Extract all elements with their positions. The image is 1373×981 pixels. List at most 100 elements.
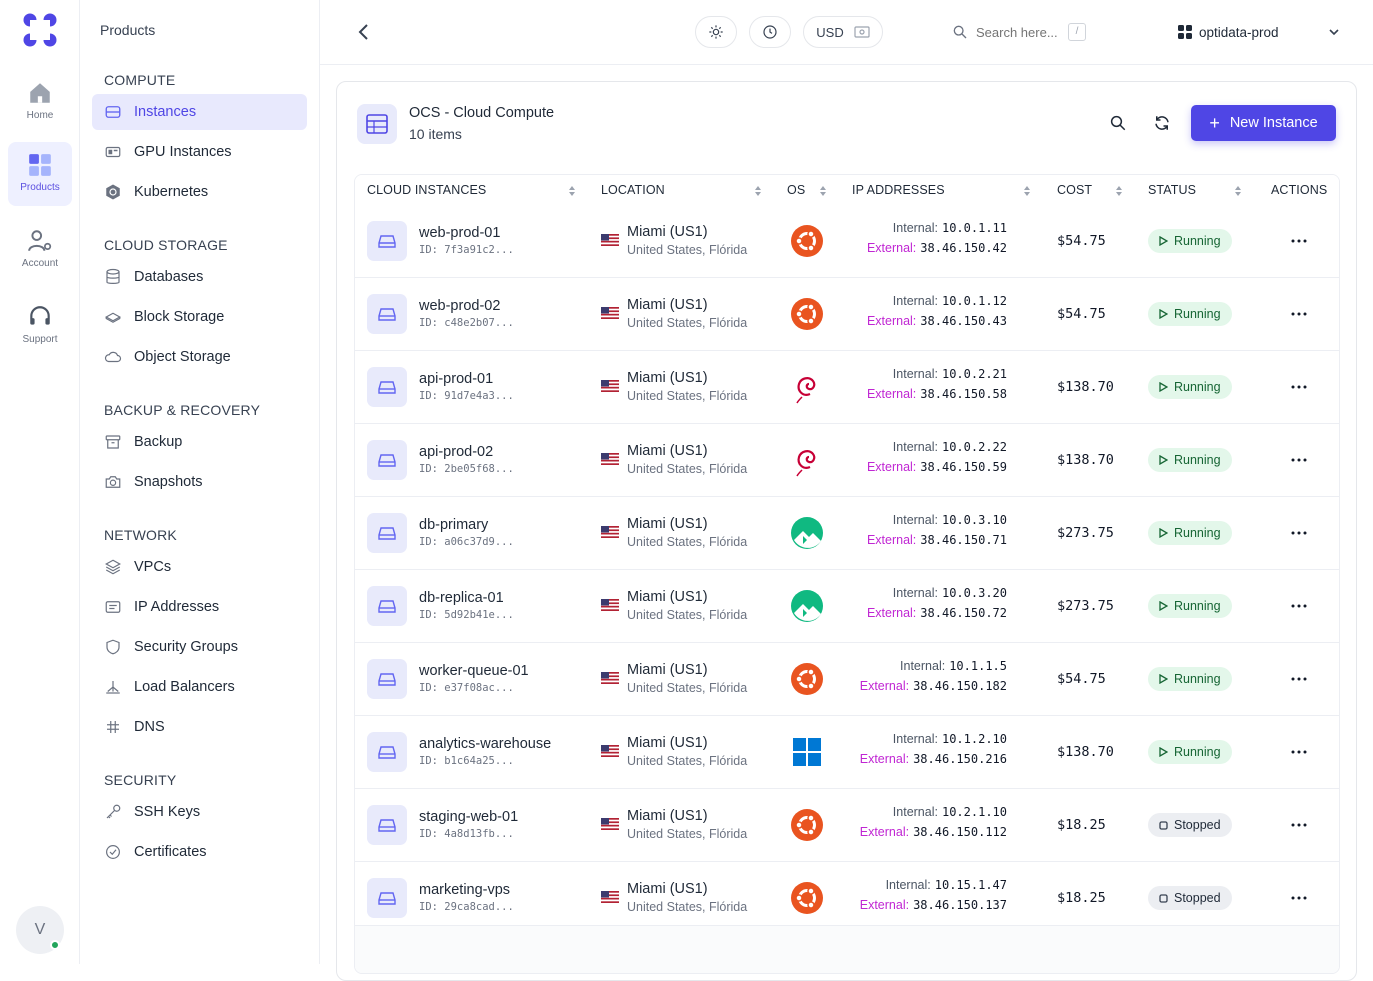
sidebar-item-instances[interactable]: Instances: [92, 94, 307, 130]
refresh-icon[interactable]: [1153, 114, 1171, 132]
rail-item-account[interactable]: Account: [8, 218, 72, 282]
instance-name[interactable]: db-primary: [419, 517, 488, 533]
global-search[interactable]: /: [952, 20, 1086, 44]
rocky-os-icon: [791, 517, 823, 549]
more-actions-icon[interactable]: [1289, 377, 1309, 397]
sidebar-item-security-groups[interactable]: Security Groups: [92, 629, 307, 665]
sidebar-item-label: Object Storage: [134, 349, 231, 365]
rocky-os-icon: [791, 590, 823, 622]
pagination-bar: [355, 925, 1339, 973]
more-actions-icon[interactable]: [1289, 523, 1309, 543]
table-row[interactable]: db-primary ID: a06c37d9... Miami (US1) Unit…: [355, 497, 1339, 570]
money-icon: [854, 26, 870, 38]
more-actions-icon[interactable]: [1289, 742, 1309, 762]
sidebar-item-object-storage[interactable]: Object Storage: [92, 339, 307, 375]
table-row[interactable]: web-prod-02 ID: c48e2b07... Miami (US1) Uni…: [355, 278, 1339, 351]
sidebar-item-ip-addresses[interactable]: IP Addresses: [92, 589, 307, 625]
instance-id: ID: a06c37d9...: [419, 536, 514, 548]
status-label: Stopped: [1174, 818, 1221, 832]
instance-name[interactable]: web-prod-02: [419, 298, 500, 314]
column-header[interactable]: COST: [1057, 175, 1092, 205]
column-header[interactable]: IP ADDRESSES: [852, 175, 945, 205]
sort-icon[interactable]: [819, 185, 827, 197]
sidebar-item-snapshots[interactable]: Snapshots: [92, 464, 307, 500]
rail-item-products[interactable]: Products: [8, 142, 72, 206]
more-actions-icon[interactable]: [1289, 888, 1309, 908]
more-actions-icon[interactable]: [1289, 304, 1309, 324]
sort-icon[interactable]: [1023, 185, 1031, 197]
instance-name[interactable]: api-prod-02: [419, 444, 493, 460]
column-header[interactable]: LOCATION: [601, 175, 665, 205]
search-input[interactable]: [976, 24, 1068, 40]
sort-icon[interactable]: [1234, 185, 1242, 197]
sidebar-item-ssh-keys[interactable]: SSH Keys: [92, 794, 307, 830]
instance-name[interactable]: staging-web-01: [419, 809, 518, 825]
sidebar-item-gpu-instances[interactable]: GPU Instances: [92, 134, 307, 170]
instance-name[interactable]: web-prod-01: [419, 225, 500, 241]
new-instance-button[interactable]: + New Instance: [1191, 105, 1336, 141]
external-ip-value: 38.46.150.112: [913, 825, 1007, 839]
rail-item-home[interactable]: Home: [8, 70, 72, 134]
project-selector[interactable]: optidata-prod: [1178, 22, 1340, 42]
sidebar-item-vpcs[interactable]: VPCs: [92, 549, 307, 585]
sort-icon[interactable]: [754, 185, 762, 197]
sidebar-item-certificates[interactable]: Certificates: [92, 834, 307, 870]
column-header[interactable]: CLOUD INSTANCES: [367, 175, 486, 205]
table-row[interactable]: api-prod-01 ID: 91d7e4a3... Miami (US1) Uni…: [355, 351, 1339, 424]
more-actions-icon[interactable]: [1289, 450, 1309, 470]
dns-icon: [107, 721, 119, 733]
internal-ip: Internal: 10.0.1.12: [893, 294, 1007, 308]
internal-ip: Internal: 10.15.1.47: [886, 878, 1007, 892]
more-actions-icon[interactable]: [1289, 669, 1309, 689]
instance-cost: $54.75: [1057, 306, 1106, 322]
sidebar-item-databases[interactable]: Databases: [92, 259, 307, 295]
more-actions-icon[interactable]: [1289, 596, 1309, 616]
table-search-icon[interactable]: [1109, 114, 1127, 132]
sidebar-item-label: VPCs: [134, 559, 172, 575]
theme-toggle-button[interactable]: [695, 16, 737, 48]
sidebar-item-backup[interactable]: Backup: [92, 424, 307, 460]
history-button[interactable]: [749, 16, 791, 48]
instance-cost: $138.70: [1057, 744, 1114, 760]
column-header[interactable]: OS: [787, 175, 805, 205]
sidebar-item-label: Instances: [134, 104, 197, 120]
internal-ip: Internal: 10.0.2.21: [893, 367, 1007, 381]
back-chevron-icon[interactable]: [356, 22, 372, 42]
sort-icon[interactable]: [568, 185, 576, 197]
more-actions-icon[interactable]: [1289, 815, 1309, 835]
rail-label: Home: [26, 110, 54, 121]
table-row[interactable]: staging-web-01 ID: 4a8d13fb... Miami (US1)…: [355, 789, 1339, 862]
table-row[interactable]: api-prod-02 ID: 2be05f68... Miami (US1) Uni…: [355, 424, 1339, 497]
table-row[interactable]: db-replica-01 ID: 5d92b41e... Miami (US1) U…: [355, 570, 1339, 643]
instance-icon: [367, 221, 407, 261]
instance-name[interactable]: worker-queue-01: [419, 663, 529, 679]
more-actions-icon[interactable]: [1289, 231, 1309, 251]
logo-icon[interactable]: [22, 12, 58, 48]
table-row[interactable]: worker-queue-01 ID: e37f08ac... Miami (US1…: [355, 643, 1339, 716]
instance-name[interactable]: marketing-vps: [419, 882, 510, 898]
instance-name[interactable]: analytics-warehouse: [419, 736, 551, 752]
column-header[interactable]: STATUS: [1148, 175, 1196, 205]
table-row[interactable]: web-prod-01 ID: 7f3a91c2... Miami (US1) Uni…: [355, 205, 1339, 278]
server-icon: [378, 600, 396, 613]
instance-id: ID: 5d92b41e...: [419, 609, 514, 621]
home-icon: [30, 83, 50, 103]
internal-ip-label: Internal:: [892, 513, 938, 527]
server-icon: [378, 381, 396, 394]
sidebar-item-kubernetes[interactable]: Kubernetes: [92, 174, 307, 210]
internal-ip-value: 10.0.3.20: [941, 586, 1007, 600]
sidebar-item-load-balancers[interactable]: Load Balancers: [92, 669, 307, 705]
sort-icon[interactable]: [1115, 185, 1123, 197]
external-ip-label: External:: [866, 533, 917, 547]
instance-icon: [367, 659, 407, 699]
play-icon: [1159, 747, 1168, 757]
ip-addresses: Internal: 10.2.1.10 External: 38.46.150.112: [845, 805, 1007, 845]
rail-item-support[interactable]: Support: [8, 294, 72, 358]
sidebar-item-dns[interactable]: DNS: [92, 709, 307, 745]
instance-name[interactable]: api-prod-01: [419, 371, 493, 387]
sidebar-item-block-storage[interactable]: Block Storage: [92, 299, 307, 335]
status-badge: Running: [1148, 667, 1232, 691]
currency-selector[interactable]: USD: [803, 16, 883, 48]
table-row[interactable]: analytics-warehouse ID: b1c64a25... Miami …: [355, 716, 1339, 789]
instance-name[interactable]: db-replica-01: [419, 590, 504, 606]
